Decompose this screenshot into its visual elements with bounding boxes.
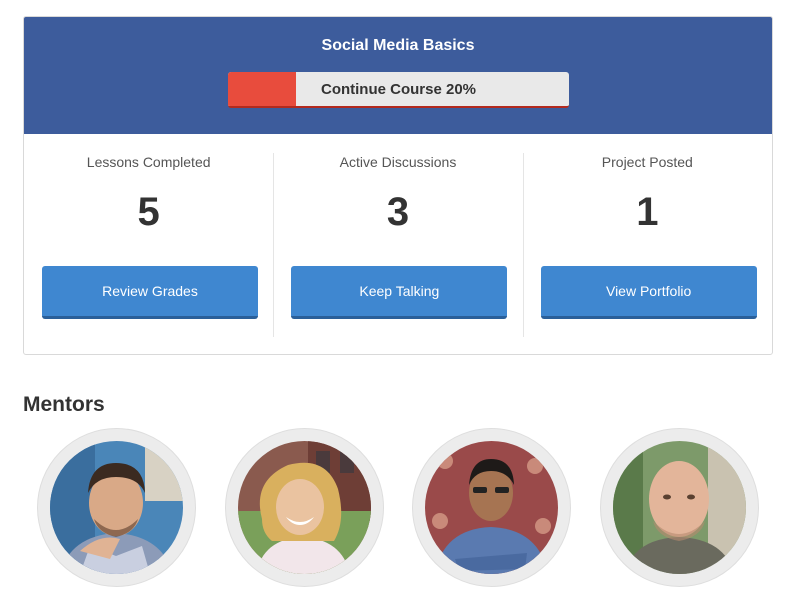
review-grades-button[interactable]: Review Grades (42, 266, 258, 319)
keep-talking-button[interactable]: Keep Talking (291, 266, 508, 319)
course-stats: Lessons Completed 5 Review Grades Active… (24, 134, 772, 354)
mentor-avatar-1[interactable] (37, 428, 196, 587)
stat-value: 3 (386, 190, 410, 234)
stat-active-discussions: Active Discussions 3 Keep Talking (273, 134, 522, 354)
course-title: Social Media Basics (321, 37, 475, 54)
course-header: Social Media Basics Continue Course 20% (24, 17, 772, 134)
mentor-photo (238, 441, 371, 574)
mentor-photo (613, 441, 746, 574)
view-portfolio-button[interactable]: View Portfolio (540, 266, 757, 319)
mentor-photo (50, 441, 183, 574)
mentor-avatar-4[interactable] (600, 428, 759, 587)
course-card: Social Media Basics Continue Course 20% … (23, 16, 773, 355)
stat-label: Lessons Completed (86, 154, 211, 170)
stat-label: Active Discussions (339, 154, 457, 170)
stat-lessons-completed: Lessons Completed 5 Review Grades (24, 134, 273, 354)
stat-value: 5 (137, 190, 160, 234)
continue-course-label: Continue Course 20% (320, 80, 477, 98)
mentor-avatar-2[interactable] (225, 428, 384, 587)
stat-project-posted: Project Posted 1 View Portfolio (522, 134, 772, 354)
stat-value: 1 (636, 190, 659, 234)
mentors-heading: Mentors (23, 393, 105, 416)
mentor-avatar-3[interactable] (412, 428, 571, 587)
mentor-photo (425, 441, 558, 574)
stat-label: Project Posted (601, 154, 693, 170)
continue-course-button[interactable]: Continue Course 20% (228, 72, 569, 108)
